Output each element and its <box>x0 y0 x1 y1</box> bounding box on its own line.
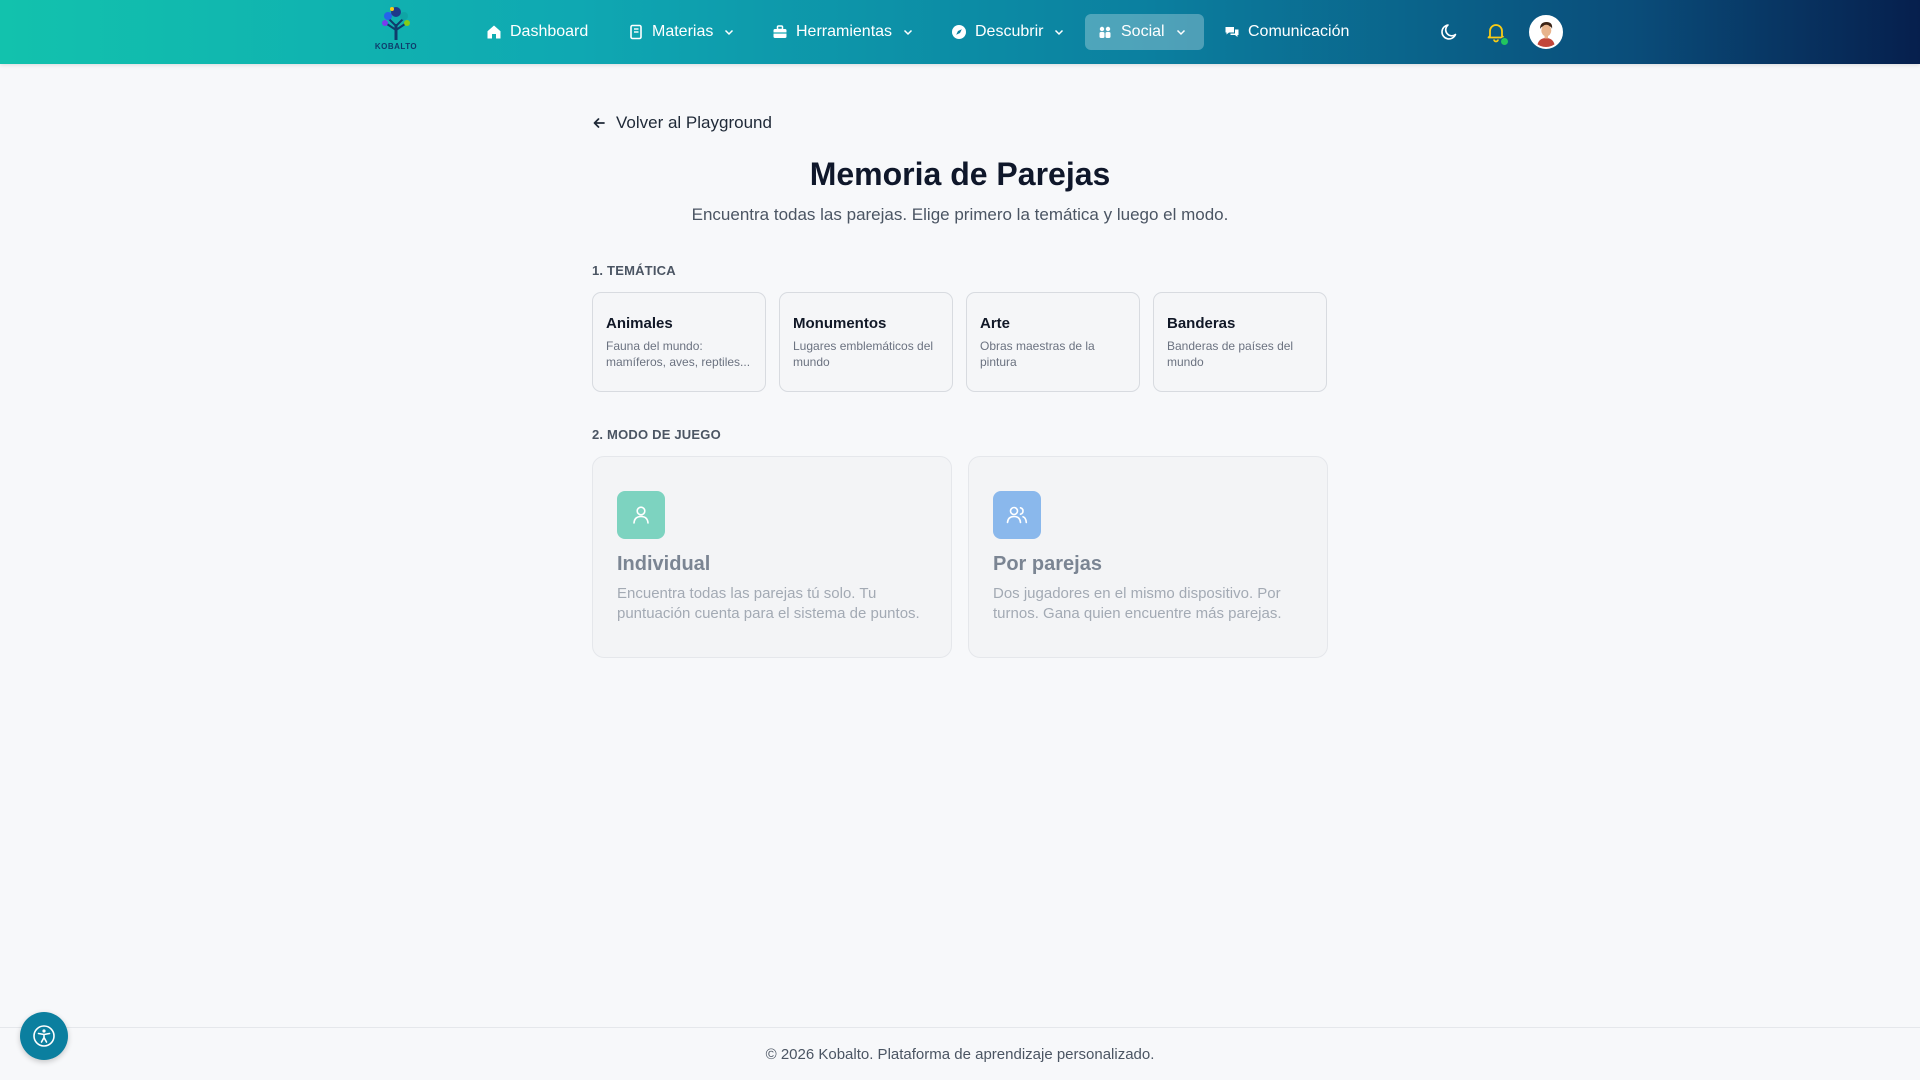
kobalto-logo[interactable]: KOBALTO <box>370 6 422 56</box>
user-icon <box>633 505 649 524</box>
chevron-down-icon <box>904 29 913 36</box>
mode-title: Individual <box>617 552 711 575</box>
theme-card-desc: Lugares emblemáticos del mundo <box>793 338 934 369</box>
user-avatar[interactable] <box>1529 15 1563 49</box>
mode-card-individual[interactable]: Individual Encuentra todas las parejas t… <box>592 456 952 658</box>
mode-icon-container <box>993 490 1041 539</box>
theme-card-desc: Fauna del mundo: mamíferos, aves, reptil… <box>606 338 751 369</box>
footer: © 2026 Kobalto. Plataforma de aprendizaj… <box>0 1027 1920 1080</box>
nav-materias[interactable]: Materias <box>616 14 747 50</box>
theme-card-animales[interactable]: Animales Fauna del mundo: mamíferos, ave… <box>592 292 766 392</box>
theme-card-banderas[interactable]: Banderas Banderas de países del mundo <box>1153 292 1327 392</box>
nav-herramientas-label: Herramientas <box>796 23 893 40</box>
home-icon <box>487 25 501 39</box>
nav-dashboard-label: Dashboard <box>510 23 589 40</box>
nav-social-label: Social <box>1121 23 1165 40</box>
moon-icon <box>1441 24 1457 40</box>
nav-comunicacion-label: Comunicación <box>1248 23 1350 40</box>
theme-card-desc: Obras maestras de la pintura <box>980 338 1095 369</box>
avatar-icon <box>1531 17 1561 47</box>
accessibility-icon <box>33 1025 55 1047</box>
notifications-button[interactable] <box>1481 17 1511 47</box>
page-title: Memoria de Parejas <box>809 156 1111 192</box>
nav-dashboard[interactable]: Dashboard <box>474 14 600 50</box>
theme-card-desc: Banderas de países del mundo <box>1167 338 1294 369</box>
toolbox-icon <box>773 25 787 38</box>
group-icon <box>1099 26 1111 38</box>
chevron-down-icon <box>1176 29 1185 36</box>
accessibility-button[interactable] <box>20 1012 68 1060</box>
back-link-label: Volver al Playground <box>616 113 772 132</box>
theme-card-title: Monumentos <box>793 314 887 332</box>
tree-logo-icon <box>382 7 410 40</box>
theme-card-title: Banderas <box>1167 314 1236 332</box>
mode-icon-container <box>617 490 665 539</box>
nav-descubrir-label: Descubrir <box>975 23 1044 40</box>
theme-card-title: Animales <box>606 314 673 332</box>
theme-toggle-button[interactable] <box>1435 17 1465 47</box>
theme-section-label: 1. TEMÁTICA <box>592 263 676 278</box>
theme-card-title: Arte <box>980 314 1011 332</box>
logo-text: KOBALTO <box>374 42 418 51</box>
nav-social[interactable]: Social <box>1085 14 1204 50</box>
book-icon <box>630 24 642 40</box>
nav-materias-label: Materias <box>652 23 714 40</box>
theme-card-monumentos[interactable]: Monumentos Lugares emblemáticos del mund… <box>779 292 953 392</box>
chat-icon <box>1225 27 1239 37</box>
nav-descubrir[interactable]: Descubrir <box>939 14 1077 50</box>
mode-title: Por parejas <box>993 552 1102 575</box>
theme-card-arte[interactable]: Arte Obras maestras de la pintura <box>966 292 1140 392</box>
nav-herramientas[interactable]: Herramientas <box>760 14 926 50</box>
users-icon <box>1006 506 1028 523</box>
arrow-left-icon <box>593 118 605 128</box>
notification-status-dot <box>1500 37 1509 46</box>
mode-desc: Dos jugadores en el mismo dispositivo. P… <box>993 584 1282 622</box>
footer-text: © 2026 Kobalto. Plataforma de aprendizaj… <box>765 1046 1155 1063</box>
nav-comunicacion[interactable]: Comunicación <box>1212 14 1361 50</box>
chevron-down-icon <box>1055 29 1064 36</box>
compass-icon <box>952 25 966 39</box>
mode-section-label: 2. MODO DE JUEGO <box>592 427 721 442</box>
chevron-down-icon <box>725 29 734 36</box>
mode-card-por-parejas[interactable]: Por parejas Dos jugadores en el mismo di… <box>968 456 1328 658</box>
back-to-playground-link[interactable]: Volver al Playground <box>592 112 772 134</box>
page-subtitle: Encuentra todas las parejas. Elige prime… <box>691 205 1229 224</box>
mode-desc: Encuentra todas las parejas tú solo. Tu … <box>617 584 920 622</box>
top-navbar: KOBALTO Dashboard Materias Herramientas <box>0 0 1920 64</box>
